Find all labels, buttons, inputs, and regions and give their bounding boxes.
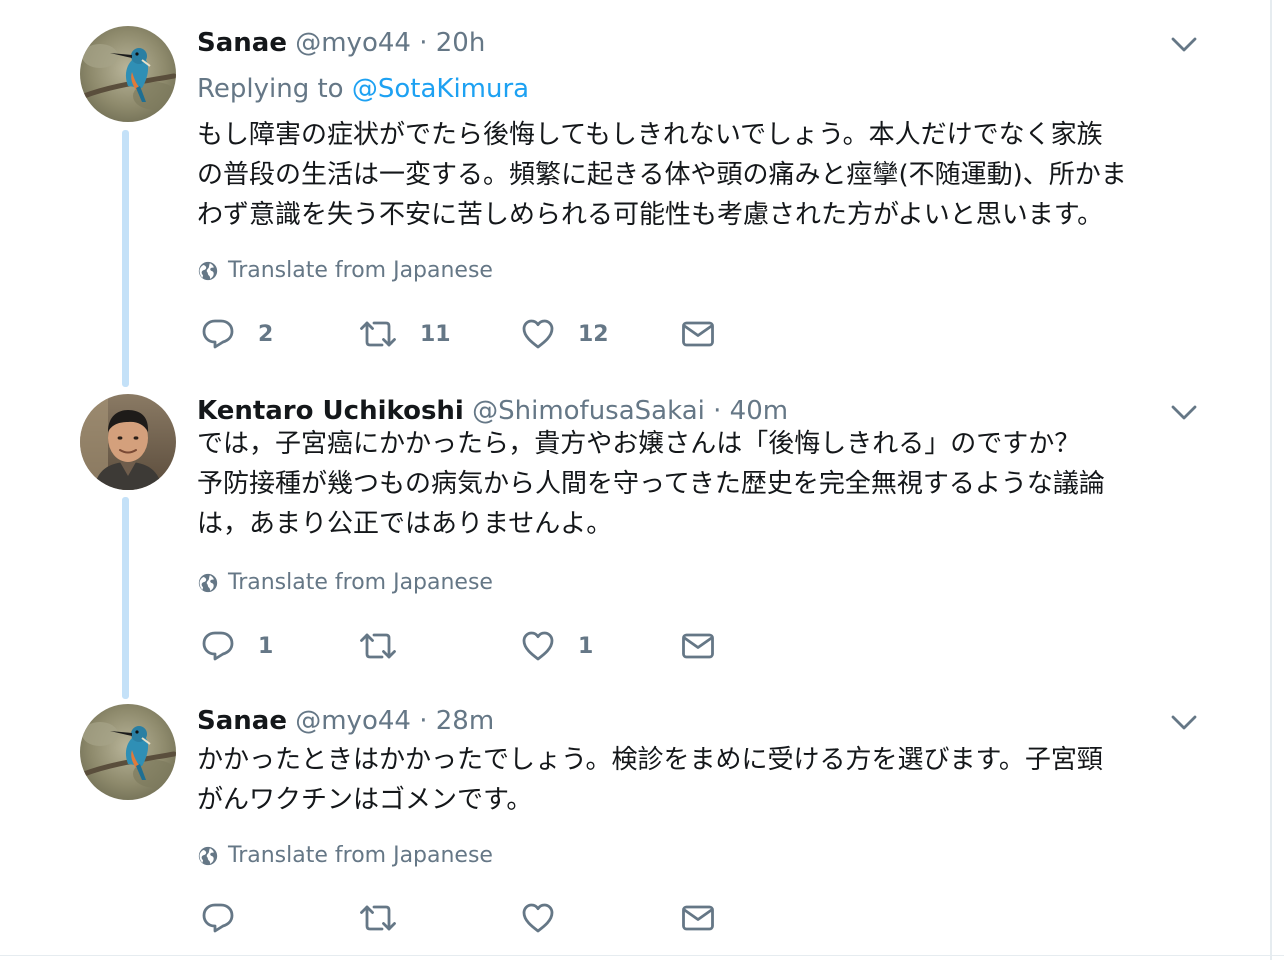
avatar[interactable] bbox=[80, 394, 176, 490]
tweet-actions: 2 11 12 bbox=[200, 316, 740, 352]
separator-dot: · bbox=[713, 396, 722, 426]
tweet-text: もし障害の症状がでたら後悔してもしきれないでしょう。本人だけでなく家族 の普段の… bbox=[197, 120, 1127, 230]
display-name[interactable]: Sanae bbox=[197, 706, 287, 736]
globe-icon bbox=[197, 845, 219, 867]
reply-icon[interactable] bbox=[200, 628, 236, 664]
heart-icon[interactable] bbox=[520, 316, 556, 352]
reply-count: 2 bbox=[258, 321, 274, 347]
retweet-icon[interactable] bbox=[358, 900, 398, 936]
display-name[interactable]: Sanae bbox=[197, 28, 287, 58]
reply-button[interactable]: 1 bbox=[200, 628, 273, 664]
avatar[interactable] bbox=[80, 704, 176, 800]
separator-dot: · bbox=[419, 28, 428, 58]
display-name[interactable]: Kentaro Uchikoshi bbox=[197, 396, 464, 426]
translate-label[interactable]: Translate from Japanese bbox=[228, 568, 493, 598]
tweet[interactable]: Kentaro Uchikoshi @ShimofusaSakai · 40m … bbox=[0, 394, 1270, 684]
tweet-text: かかったときはかかったでしょう。検診をまめに受ける方を選びます。子宮頸 がんワク… bbox=[197, 745, 1103, 815]
tweet-actions bbox=[200, 900, 740, 936]
kingfisher-avatar-icon bbox=[80, 26, 176, 122]
tweet-text: では，子宮癌にかかったら，貴方やお嬢さんは「後悔しきれる」のですか？ 予防接種が… bbox=[197, 429, 1105, 539]
retweet-count: 11 bbox=[420, 321, 451, 347]
replying-to-mention[interactable]: @SotaKimura bbox=[352, 74, 529, 104]
retweet-button[interactable] bbox=[358, 900, 420, 936]
heart-icon[interactable] bbox=[520, 628, 556, 664]
retweet-icon[interactable] bbox=[358, 316, 398, 352]
man-avatar-icon bbox=[80, 394, 176, 490]
replying-to: Replying to @SotaKimura bbox=[197, 72, 529, 106]
heart-icon[interactable] bbox=[520, 900, 556, 936]
translate-label[interactable]: Translate from Japanese bbox=[228, 841, 493, 871]
retweet-button[interactable]: 11 bbox=[358, 316, 451, 352]
user-handle[interactable]: @ShimofusaSakai bbox=[472, 396, 705, 426]
user-handle[interactable]: @myo44 bbox=[295, 28, 411, 58]
like-button[interactable]: 1 bbox=[520, 628, 593, 664]
avatar[interactable] bbox=[80, 26, 176, 122]
like-button[interactable]: 12 bbox=[520, 316, 609, 352]
kingfisher-avatar-icon bbox=[80, 704, 176, 800]
tweet-header: Sanae @myo44 · 20h bbox=[197, 26, 485, 60]
like-count: 1 bbox=[578, 633, 594, 659]
replying-to-label: Replying to bbox=[197, 74, 344, 104]
retweet-button[interactable] bbox=[358, 628, 420, 664]
translate-label[interactable]: Translate from Japanese bbox=[228, 256, 493, 286]
envelope-icon[interactable] bbox=[680, 316, 716, 352]
translate-link[interactable]: Translate from Japanese bbox=[197, 841, 493, 871]
direct-message-button[interactable] bbox=[680, 628, 716, 664]
direct-message-button[interactable] bbox=[680, 900, 716, 936]
reply-icon[interactable] bbox=[200, 316, 236, 352]
retweet-icon[interactable] bbox=[358, 628, 398, 664]
envelope-icon[interactable] bbox=[680, 628, 716, 664]
chevron-down-icon[interactable] bbox=[1170, 30, 1198, 58]
timeline-bottom-border bbox=[0, 955, 1284, 956]
chevron-down-icon[interactable] bbox=[1170, 398, 1198, 426]
translate-link[interactable]: Translate from Japanese bbox=[197, 568, 493, 598]
translate-link[interactable]: Translate from Japanese bbox=[197, 256, 493, 286]
reply-button[interactable]: 2 bbox=[200, 316, 273, 352]
timestamp[interactable]: 28m bbox=[436, 706, 494, 736]
user-handle[interactable]: @myo44 bbox=[295, 706, 411, 736]
envelope-icon[interactable] bbox=[680, 900, 716, 936]
globe-icon bbox=[197, 572, 219, 594]
tweet[interactable]: Sanae @myo44 · 28m かかったときはかかったでしょう。検診をまめ… bbox=[0, 704, 1270, 954]
separator-dot: · bbox=[419, 706, 428, 736]
globe-icon bbox=[197, 260, 219, 282]
tweet-actions: 1 1 bbox=[200, 628, 740, 664]
timestamp[interactable]: 40m bbox=[730, 396, 788, 426]
reply-button[interactable] bbox=[200, 900, 258, 936]
tweet-header: Sanae @myo44 · 28m bbox=[197, 704, 494, 738]
direct-message-button[interactable] bbox=[680, 316, 716, 352]
like-button[interactable] bbox=[520, 900, 578, 936]
like-count: 12 bbox=[578, 321, 609, 347]
reply-count: 1 bbox=[258, 633, 274, 659]
tweet[interactable]: Sanae @myo44 · 20h Replying to @SotaKimu… bbox=[0, 26, 1270, 366]
timestamp[interactable]: 20h bbox=[436, 28, 486, 58]
column-border bbox=[1270, 0, 1272, 960]
reply-icon[interactable] bbox=[200, 900, 236, 936]
tweet-header: Kentaro Uchikoshi @ShimofusaSakai · 40m bbox=[197, 394, 788, 428]
chevron-down-icon[interactable] bbox=[1170, 708, 1198, 736]
